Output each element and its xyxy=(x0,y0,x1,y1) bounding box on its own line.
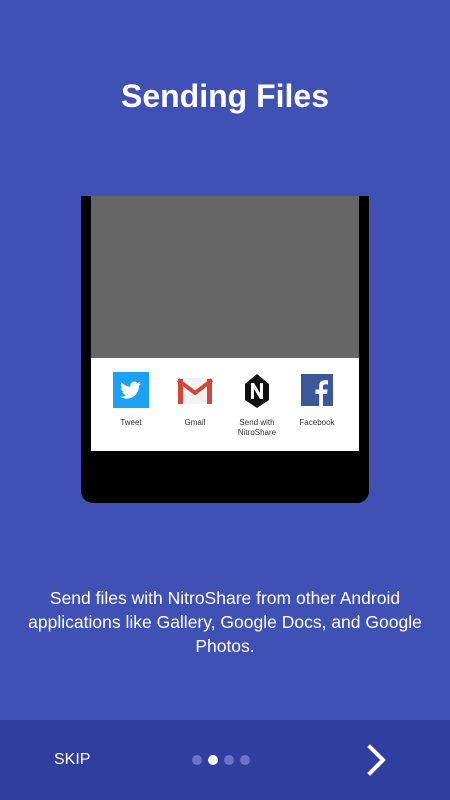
share-item-label: Gmail xyxy=(184,418,206,427)
description-text: Send files with NitroShare from other An… xyxy=(28,588,422,656)
gmail-icon xyxy=(177,378,213,404)
page-dot xyxy=(240,755,250,765)
facebook-icon xyxy=(301,374,333,406)
phone-illustration: Tweet Gmail Send with NitroShare Faceboo… xyxy=(81,196,369,503)
twitter-icon xyxy=(113,372,149,408)
bottom-bar: SKIP xyxy=(0,720,450,800)
page-dot xyxy=(224,755,234,765)
page-dot xyxy=(192,755,202,765)
share-item-facebook: Facebook xyxy=(285,372,349,428)
share-item-label: Tweet xyxy=(120,418,142,427)
share-item-label: Send with NitroShare xyxy=(237,418,277,437)
page-title: Sending Files xyxy=(120,78,330,114)
nitroshare-icon xyxy=(245,374,269,408)
share-item-nitroshare: Send with NitroShare xyxy=(225,372,289,438)
skip-button[interactable]: SKIP xyxy=(54,751,90,769)
next-button[interactable] xyxy=(362,742,392,778)
share-sheet: Tweet Gmail Send with NitroShare Faceboo… xyxy=(91,358,359,451)
share-item-tweet: Tweet xyxy=(99,372,163,428)
page-indicator xyxy=(192,755,250,765)
page-dot xyxy=(208,755,218,765)
share-item-gmail: Gmail xyxy=(163,372,227,428)
chevron-right-icon xyxy=(367,744,386,776)
share-item-label: Facebook xyxy=(299,418,335,427)
phone-screen xyxy=(91,196,359,358)
